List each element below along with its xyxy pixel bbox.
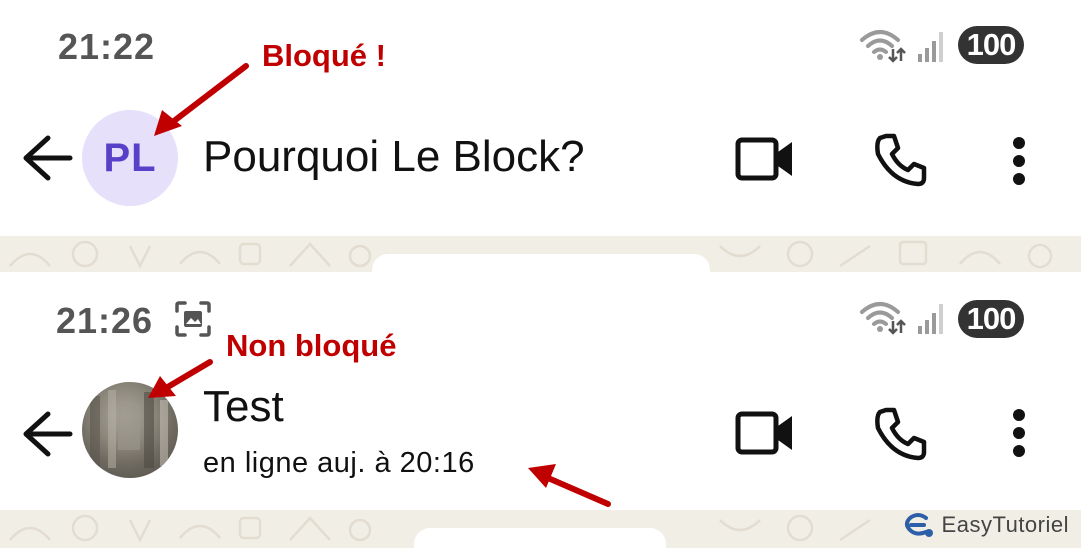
chat-bubble-partial — [414, 528, 666, 548]
easytutoriel-logo-icon — [904, 513, 933, 537]
annotation-arrow-blocked — [154, 63, 249, 136]
chat-background-strip — [0, 236, 1081, 272]
top-chat-header-panel: 21:22 100 PL Pourquoi Le Block? Bloqué ! — [0, 0, 1081, 236]
bottom-chat-header-panel: 21:26 100 Test en ligne auj. à 20:16 Non… — [0, 272, 1081, 510]
watermark-text: EasyTutoriel — [941, 512, 1069, 537]
annotation-arrows-not-blocked — [148, 359, 611, 507]
chat-bubble-partial — [372, 254, 710, 272]
watermark: EasyTutoriel — [904, 512, 1069, 538]
